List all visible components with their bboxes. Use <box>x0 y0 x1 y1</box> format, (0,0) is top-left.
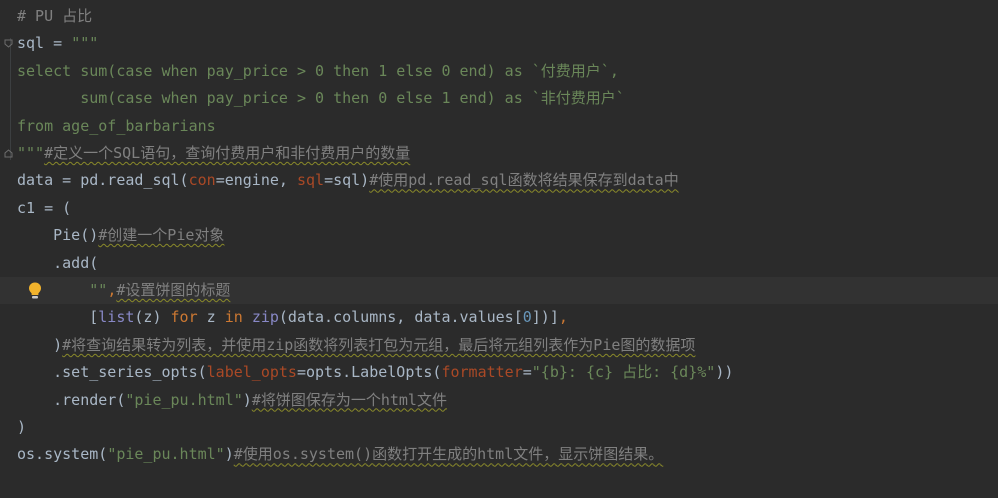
code-token: #创建一个Pie对象 <box>98 226 225 245</box>
fold-marker-icon[interactable] <box>4 149 13 158</box>
code-token: ) <box>242 390 252 409</box>
code-line-text: .render("pie_pu.html")#将饼图保存为一个html文件 <box>17 387 447 414</box>
code-token: (z) <box>134 308 171 327</box>
code-token: con <box>188 171 216 190</box>
code-line[interactable]: .render("pie_pu.html")#将饼图保存为一个html文件 <box>0 387 998 414</box>
code-token: for <box>170 308 198 327</box>
code-token: data = pd.read_sql( <box>17 171 189 190</box>
code-line[interactable]: select sum(case when pay_price > 0 then … <box>0 58 998 85</box>
code-token: os.system( <box>17 445 108 464</box>
code-line[interactable]: os.system("pie_pu.html")#使用os.system()函数… <box>0 441 998 468</box>
code-token: , <box>107 281 117 299</box>
code-line[interactable]: data = pd.read_sql(con=engine, sql=sql)#… <box>0 167 998 194</box>
code-token: .add( <box>17 253 99 272</box>
code-token: sql = <box>17 34 72 53</box>
fold-marker-icon[interactable] <box>4 39 13 49</box>
code-token: Pie() <box>17 226 99 245</box>
code-line-text: .add( <box>17 250 98 277</box>
code-token: )) <box>715 363 734 382</box>
code-token: label_opts <box>206 363 297 382</box>
code-token: 0 <box>522 308 532 327</box>
code-token: #将查询结果转为列表，并使用zip函数将列表打包为元组，最后将元组列表作为Pie… <box>62 335 696 354</box>
code-token: "{b}: {c} 占比: {d}%" <box>531 363 716 382</box>
code-token: , <box>558 308 568 327</box>
code-line-text: """#定义一个SQL语句，查询付费用户和非付费用户的数量 <box>17 140 410 167</box>
code-token: = <box>522 363 532 382</box>
code-token: select sum(case when pay_price > 0 then … <box>17 61 619 80</box>
code-token: "pie_pu.html" <box>125 390 243 409</box>
code-token: [ <box>17 308 99 327</box>
code-line[interactable]: [list(z) for z in zip(data.columns, data… <box>0 304 998 331</box>
code-line[interactable]: .add( <box>0 250 998 277</box>
code-token: "" <box>89 281 108 299</box>
code-token: sql <box>296 171 325 190</box>
code-line-text: )#将查询结果转为列表，并使用zip函数将列表打包为元组，最后将元组列表作为Pi… <box>17 332 695 359</box>
code-line-text: select sum(case when pay_price > 0 then … <box>17 58 619 85</box>
code-line[interactable]: """#定义一个SQL语句，查询付费用户和非付费用户的数量 <box>0 140 998 167</box>
code-token: list <box>98 308 135 327</box>
code-token: ) <box>224 445 234 464</box>
code-token: "pie_pu.html" <box>107 445 225 464</box>
code-token: (data.columns, data.values[ <box>278 308 523 327</box>
code-line-text: ) <box>17 414 26 441</box>
code-line-text: [list(z) for z in zip(data.columns, data… <box>17 304 568 331</box>
code-token: .render( <box>17 390 126 409</box>
code-token: zip <box>251 308 279 327</box>
code-token: """ <box>71 34 99 53</box>
code-token: =engine, <box>215 171 297 190</box>
code-line-text: sql = """ <box>17 30 98 57</box>
code-line[interactable]: Pie()#创建一个Pie对象 <box>0 222 998 249</box>
code-line-text: data = pd.read_sql(con=engine, sql=sql)#… <box>17 167 679 194</box>
code-line-text: c1 = ( <box>17 195 71 222</box>
code-line-text: sum(case when pay_price > 0 then 0 else … <box>17 85 625 112</box>
code-token: #定义一个SQL语句，查询付费用户和非付费用户的数量 <box>44 144 411 162</box>
code-token: in <box>224 308 243 327</box>
code-token: =sql) <box>324 171 370 190</box>
code-token: #设置饼图的标题 <box>116 281 231 299</box>
code-token: c1 = ( <box>17 198 72 217</box>
code-token: #使用os.system()函数打开生成的html文件，显示饼图结果。 <box>233 445 664 464</box>
code-token: """ <box>17 144 45 162</box>
code-token: z <box>197 308 225 327</box>
code-line[interactable]: # PU 占比 <box>0 3 998 30</box>
code-line[interactable]: ) <box>0 414 998 441</box>
code-token: #使用pd.read_sql函数将结果保存到data中 <box>369 171 679 190</box>
code-token: from age_of_barbarians <box>17 116 216 135</box>
code-token: ) <box>17 418 27 436</box>
code-line-text: # PU 占比 <box>17 3 92 30</box>
code-editor[interactable]: # PU 占比 sql = """ select sum(case when pay… <box>0 0 998 498</box>
code-line-text: "",#设置饼图的标题 <box>17 277 230 304</box>
code-token: formatter <box>441 363 523 382</box>
code-line-text: from age_of_barbarians <box>17 113 216 140</box>
code-line[interactable]: "",#设置饼图的标题 <box>0 277 998 304</box>
code-line-text: os.system("pie_pu.html")#使用os.system()函数… <box>17 441 663 468</box>
code-line[interactable]: .set_series_opts(label_opts=opts.LabelOp… <box>0 359 998 386</box>
code-token: .set_series_opts( <box>17 363 207 382</box>
code-line-text: Pie()#创建一个Pie对象 <box>17 222 224 249</box>
code-token: ])] <box>531 308 559 327</box>
code-line-text: .set_series_opts(label_opts=opts.LabelOp… <box>17 359 733 386</box>
code-line[interactable]: from age_of_barbarians <box>0 113 998 140</box>
code-token: sum(case when pay_price > 0 then 0 else … <box>17 89 625 108</box>
code-token: ) <box>17 335 63 354</box>
code-line[interactable]: c1 = ( <box>0 195 998 222</box>
code-line[interactable]: sum(case when pay_price > 0 then 0 else … <box>0 85 998 112</box>
code-line[interactable]: sql = """ <box>0 30 998 57</box>
code-token: =opts.LabelOpts( <box>296 363 442 382</box>
code-token: # PU 占比 <box>17 7 93 25</box>
code-token: #将饼图保存为一个html文件 <box>251 390 447 409</box>
code-line[interactable]: )#将查询结果转为列表，并使用zip函数将列表打包为元组，最后将元组列表作为Pi… <box>0 332 998 359</box>
